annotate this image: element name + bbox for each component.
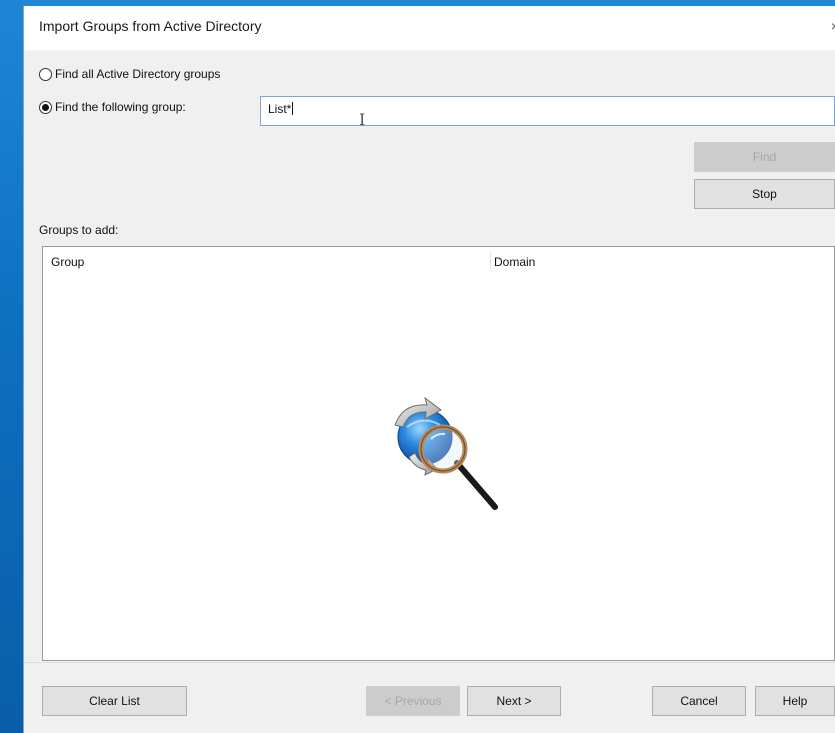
find-all-option[interactable]: Find all Active Directory groups xyxy=(39,67,220,81)
column-header-domain[interactable]: Domain xyxy=(494,255,535,269)
find-following-option[interactable]: Find the following group: xyxy=(39,100,186,114)
column-divider[interactable] xyxy=(490,251,491,271)
import-groups-dialog: Import Groups from Active Directory × Fi… xyxy=(24,6,835,733)
find-button[interactable]: Find xyxy=(694,142,835,172)
clear-list-label: Clear List xyxy=(89,694,140,708)
find-all-radio[interactable] xyxy=(39,67,52,81)
cancel-button[interactable]: Cancel xyxy=(652,686,746,716)
footer-separator xyxy=(24,662,835,663)
text-caret xyxy=(292,102,294,115)
stop-button-label: Stop xyxy=(752,187,777,201)
next-label: Next > xyxy=(496,694,532,708)
group-search-value: List* xyxy=(268,102,292,116)
find-following-radio[interactable] xyxy=(39,100,52,114)
clear-list-button[interactable]: Clear List xyxy=(42,686,187,716)
cancel-label: Cancel xyxy=(680,694,718,708)
stop-button[interactable]: Stop xyxy=(694,179,835,209)
previous-button[interactable]: < Previous xyxy=(366,686,460,716)
close-icon[interactable]: × xyxy=(831,18,835,34)
column-header-group[interactable]: Group xyxy=(51,255,84,269)
directory-search-icon xyxy=(394,397,498,510)
find-all-label: Find all Active Directory groups xyxy=(55,67,221,81)
help-label: Help xyxy=(782,694,808,708)
dialog-title: Import Groups from Active Directory xyxy=(39,18,262,34)
groups-to-add-label: Groups to add: xyxy=(39,223,119,237)
group-search-input[interactable]: List* xyxy=(260,96,835,126)
previous-label: < Previous xyxy=(384,694,442,708)
next-button[interactable]: Next > xyxy=(467,686,561,716)
groups-list[interactable]: Group Domain xyxy=(42,246,835,661)
ibeam-cursor-icon: I xyxy=(359,110,366,129)
find-following-label: Find the following group: xyxy=(55,100,186,114)
find-button-label: Find xyxy=(752,150,777,164)
help-button[interactable]: Help xyxy=(755,686,835,716)
title-bar: Import Groups from Active Directory × xyxy=(24,6,835,50)
